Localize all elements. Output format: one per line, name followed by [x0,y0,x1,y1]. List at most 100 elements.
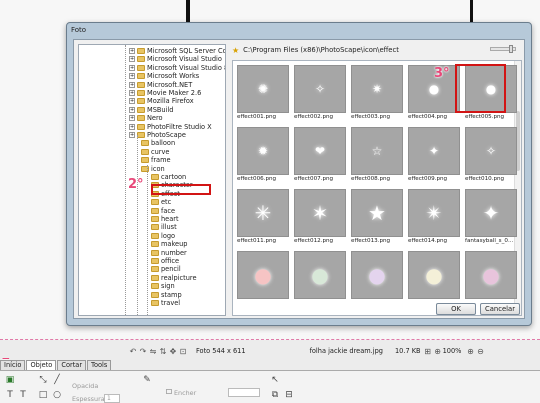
thumbnail-item[interactable]: ✳ effect011.png [237,189,289,245]
thumbnail-item[interactable]: ✺ effect001.png [237,65,289,121]
highlight-effect005 [455,64,506,113]
expand-icon[interactable]: + [129,132,135,138]
tree-folder-item[interactable]: makeup [151,240,187,248]
tree-folder-item[interactable]: icon [141,165,165,173]
folder-tree[interactable]: + Microsoft SQL Server Con + Microsoft Visu… [78,44,226,316]
rotate-left-icon[interactable]: ↶ [128,346,138,356]
tree-folder-item[interactable]: + PhotoFiltre Studio X [129,123,212,131]
text-tool-icon[interactable]: T [5,390,15,400]
thickness-field[interactable]: 1 [104,394,120,403]
tree-folder-item[interactable]: office [151,257,179,265]
thumbnail-item[interactable]: ● [351,251,403,307]
pen-icon[interactable]: ✎ [142,375,152,385]
tab-tools[interactable]: Tools [87,360,112,370]
expand-icon[interactable]: + [129,56,135,63]
tree-folder-item[interactable]: etc [151,198,171,206]
folder-icon [151,300,159,306]
layer-icon[interactable]: ⧉ [270,390,280,400]
tree-folder-item[interactable]: number [151,249,187,257]
thumbnail-item[interactable]: ❤ effect007.png [294,127,346,183]
flip-vertical-icon[interactable]: ⇅ [158,346,168,356]
thumbnail-item[interactable]: ☆ effect008.png [351,127,403,183]
thumbnail-caption: effect002.png [294,114,334,120]
circle-tool-icon[interactable]: ○ [52,390,62,400]
cursor-tool-icon[interactable]: ↖ [270,375,280,385]
zoom-fit-icon[interactable]: ⊞ [423,346,433,356]
tree-folder-label: sign [161,282,175,291]
expand-icon[interactable]: + [129,90,135,96]
tree-folder-item[interactable]: + Microsoft.NET [129,81,192,89]
tree-folder-item[interactable]: pencil [151,265,181,273]
expand-icon[interactable]: + [129,73,135,80]
tree-folder-item[interactable]: + Movie Maker 2.6 [129,89,201,97]
zoom-icon[interactable]: ⊕ [433,346,443,356]
tree-folder-label: office [161,257,180,265]
align-icon[interactable]: ⊟ [284,390,294,400]
cancel-button[interactable]: Cancelar [480,303,520,315]
tree-folder-item[interactable]: + Mozilla Firefox [129,97,194,105]
ok-button[interactable]: OK [436,303,476,315]
tree-folder-item[interactable]: frame [141,156,171,164]
effect-glyph-icon: ✷ [371,82,383,96]
thumbnail-size-slider[interactable] [490,45,516,53]
expand-icon[interactable]: + [129,115,135,122]
thumbnail-item[interactable]: ✧ effect002.png [294,65,346,121]
thumbnail-item[interactable]: ✹ effect006.png [237,127,289,183]
rectangle-tool-icon[interactable]: □ [38,390,48,400]
favorite-star-icon[interactable]: ★ [232,46,239,55]
tree-folder-item[interactable]: + Microsoft Visual Studio 8 [129,64,225,72]
thumbnail-item[interactable]: ● [408,251,460,307]
tree-folder-item[interactable]: illust [151,223,177,231]
tree-folder-item[interactable]: realpicture [151,274,197,282]
move-icon[interactable]: ✥ [168,346,178,356]
expand-icon[interactable]: + [129,64,135,71]
zoom-out-icon[interactable]: ⊖ [475,346,485,356]
thumbnail-item[interactable]: ● [465,251,517,307]
thumbnail-caption: effect001.png [237,114,277,120]
tree-folder-item[interactable]: + Microsoft SQL Server Con [129,47,225,55]
thumbnail-item[interactable]: ★ effect013.png [351,189,403,245]
tree-folder-item[interactable]: stamp [151,291,182,299]
tab-crop[interactable]: Cortar [57,360,87,370]
thumbnail-item[interactable]: ● [294,251,346,307]
tab-home[interactable]: Início [0,360,26,370]
tree-folder-item[interactable]: + MSBuild [129,106,173,114]
text-tool-2-icon[interactable]: T [18,390,28,400]
tree-folder-item[interactable]: + Microsoft Works [129,72,199,80]
fill-style-select[interactable] [228,388,260,397]
tree-folder-item[interactable]: + Microsoft Visual Studio [129,55,222,63]
slider-knob[interactable] [509,45,513,53]
select-object-icon[interactable]: ⤡ [38,375,48,385]
fill-checkbox[interactable]: ☐ [164,387,174,397]
tree-folder-item[interactable]: logo [151,232,175,240]
expand-icon[interactable]: + [129,48,135,54]
zoom-in-icon[interactable]: ⊕ [465,346,475,356]
thumbnail-item[interactable]: ✧ effect010.png [465,127,517,183]
tree-folder-item[interactable]: + Nero [129,114,163,122]
thumbnail-item[interactable]: ✷ effect003.png [351,65,403,121]
line-tool-icon[interactable]: ╱ [52,375,62,385]
thumbnail-item[interactable]: ✦ fantasyball_s_0... [465,189,517,245]
thickness-label: Espessura [72,395,105,403]
tree-folder-item[interactable]: cartoon [151,173,186,181]
expand-icon[interactable]: + [129,106,135,113]
tab-object[interactable]: Objeto [26,360,57,370]
step-3-label: 3° [434,66,450,81]
thumbnail-item[interactable]: ✴ effect014.png [408,189,460,245]
expand-icon[interactable]: + [129,81,135,88]
expand-icon[interactable]: + [129,123,135,130]
tree-folder-item[interactable]: heart [151,215,179,223]
photo-insert-icon[interactable]: ▣ [5,375,15,385]
thumbnail-item[interactable]: ✶ effect012.png [294,189,346,245]
tree-folder-item[interactable]: curve [141,148,169,156]
rotate-right-icon[interactable]: ↷ [138,346,148,356]
thumbnail-item[interactable]: ● [237,251,289,307]
tree-folder-item[interactable]: sign [151,282,175,290]
crop-icon[interactable]: ⊡ [178,346,188,356]
expand-icon[interactable]: + [129,98,135,105]
tree-folder-item[interactable]: face [151,207,175,215]
thumbnail-item[interactable]: ✦ effect009.png [408,127,460,183]
tree-folder-item[interactable]: travel [151,299,180,307]
tree-folder-item[interactable]: balloon [141,139,175,147]
flip-icon[interactable]: ⇋ [148,346,158,356]
